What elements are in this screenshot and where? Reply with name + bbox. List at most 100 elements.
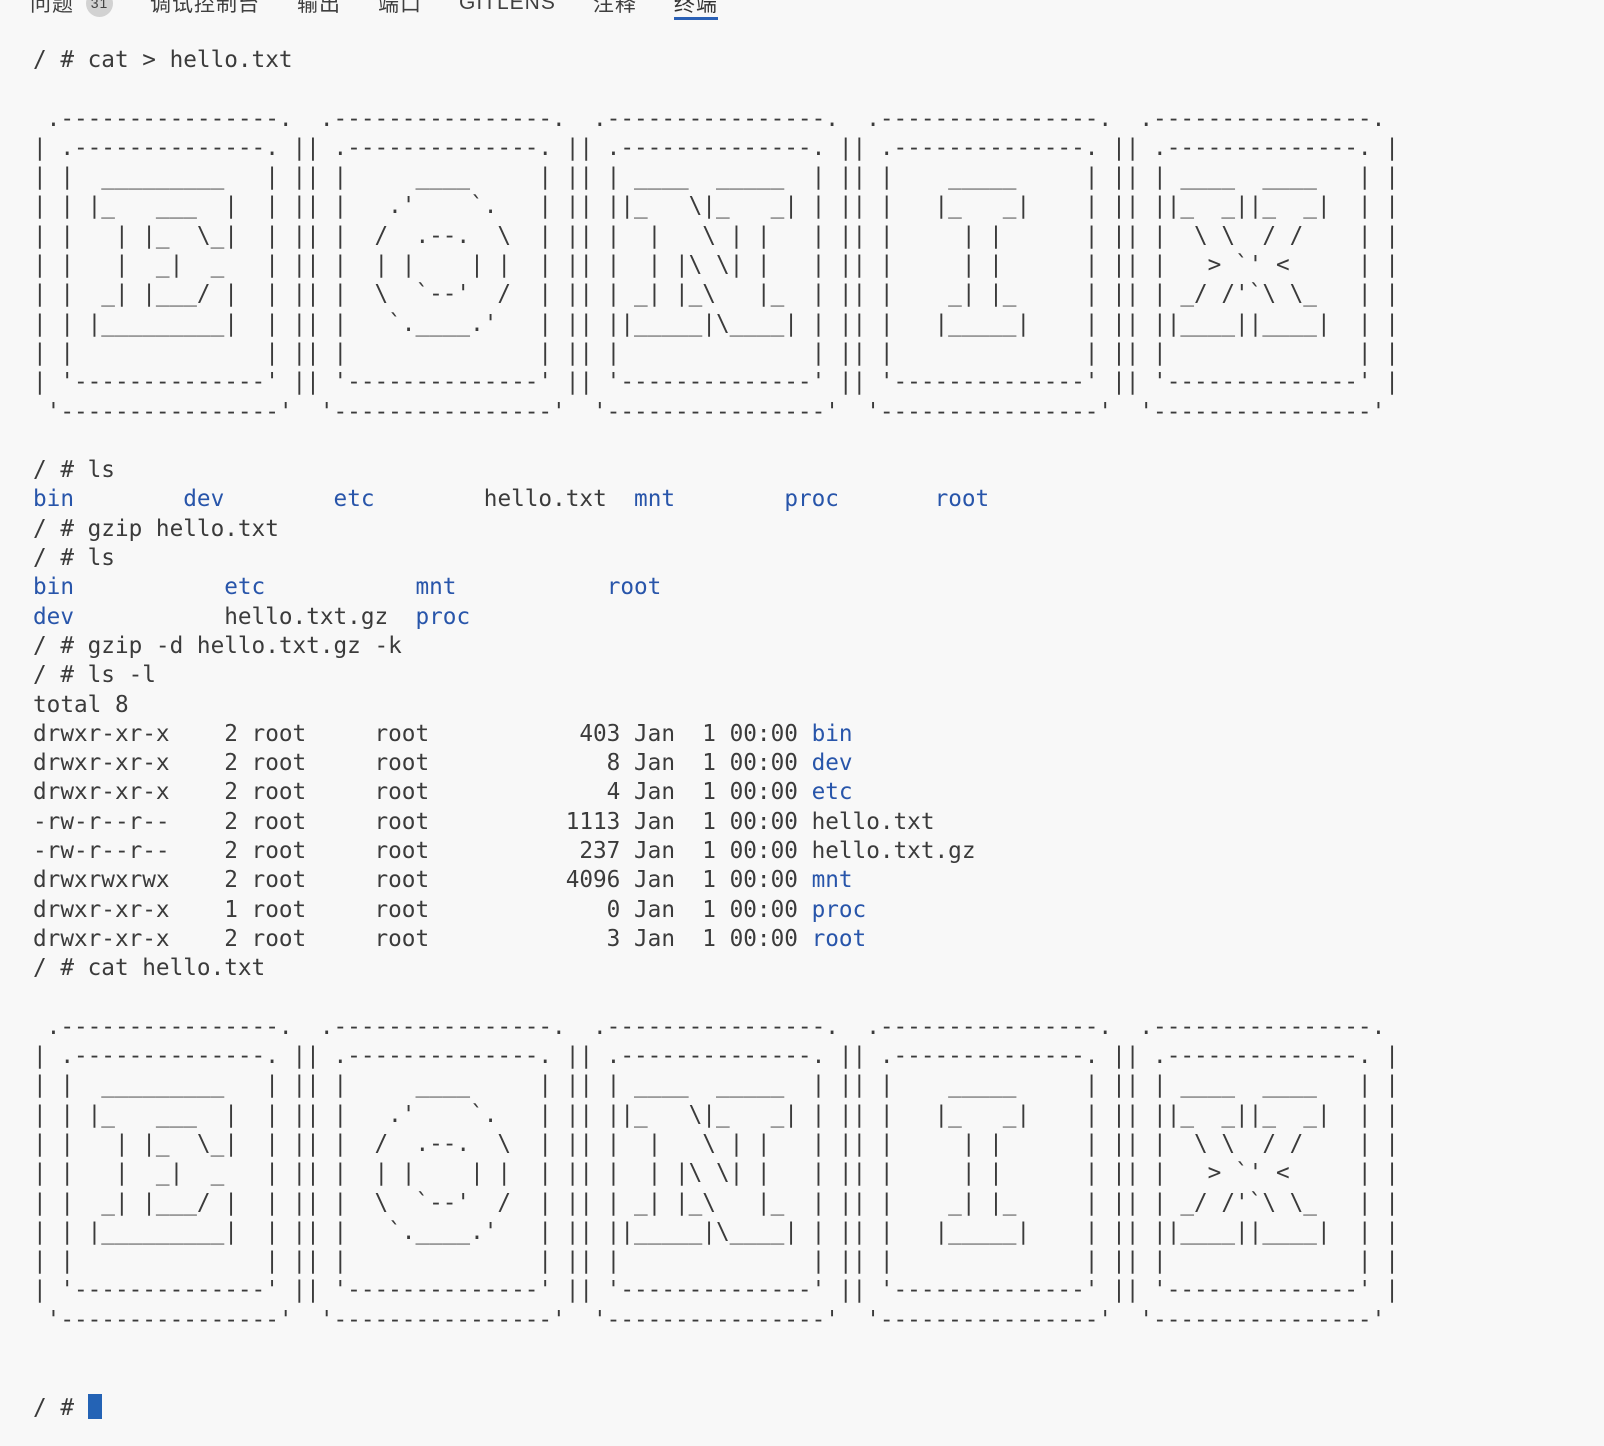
terminal-output[interactable]: / # cat > hello.txt .----------------. .…: [0, 20, 1604, 1423]
tab-label: 问题: [30, 0, 74, 18]
panel-tab-bar: 问题 31 调试控制台 输出 端口 GITLENS 注释 终端: [0, 0, 1604, 20]
directory-name: dev: [812, 750, 853, 776]
terminal-line: drwxrwxrwx 2 root root 4096 Jan 1 00:00 …: [33, 866, 1604, 895]
directory-name: bin: [33, 486, 74, 512]
terminal-text: [224, 486, 333, 512]
terminal-line: / # cat hello.txt: [33, 954, 1604, 983]
ascii-art-line: | | | || | | || | | || | | || | | |: [33, 1247, 1604, 1276]
terminal-line: [33, 75, 1604, 104]
tab-label: 注释: [593, 0, 637, 18]
terminal-text: drwxrwxrwx 2 root root 4096 Jan 1 00:00: [33, 867, 812, 893]
terminal-text: total 8: [33, 692, 129, 718]
directory-name: root: [935, 486, 990, 512]
terminal-text: / # gzip hello.txt: [33, 516, 279, 542]
terminal-cursor: [88, 1394, 102, 1419]
tab-label: 终端: [674, 0, 718, 18]
problems-count-badge: 31: [86, 0, 113, 17]
ascii-art-line: | '--------------' || '--------------' |…: [33, 1276, 1604, 1305]
directory-name: root: [607, 574, 662, 600]
terminal-line: drwxr-xr-x 2 root root 4 Jan 1 00:00 etc: [33, 778, 1604, 807]
ascii-art-line: | '--------------' || '--------------' |…: [33, 368, 1604, 397]
tab-problems[interactable]: 问题 31: [30, 0, 113, 20]
terminal-text: [74, 604, 224, 630]
directory-name: etc: [224, 574, 265, 600]
ascii-art-line: '----------------' '----------------' '-…: [33, 398, 1604, 427]
ascii-art-line: | | _________ | || | ____ | || | ____ __…: [33, 1071, 1604, 1100]
terminal-text: [74, 574, 224, 600]
terminal-text: / # cat > hello.txt: [33, 47, 293, 73]
ascii-art-line: | | |_________| | || | `.____.' | || ||_…: [33, 310, 1604, 339]
terminal-text: drwxr-xr-x 1 root root 0 Jan 1 00:00: [33, 897, 812, 923]
terminal-line: drwxr-xr-x 2 root root 8 Jan 1 00:00 dev: [33, 749, 1604, 778]
terminal-text: drwxr-xr-x 2 root root 4 Jan 1 00:00: [33, 779, 812, 805]
terminal-text: -rw-r--r-- 2 root root 1113 Jan 1 00:00 …: [33, 809, 935, 835]
ascii-art-line: | | _| |___/ | | || | \ `--' / | || | _|…: [33, 280, 1604, 309]
terminal-text: -rw-r--r-- 2 root root 237 Jan 1 00:00 h…: [33, 838, 975, 864]
directory-name: proc: [784, 486, 839, 512]
tab-label: 输出: [297, 0, 341, 18]
terminal-line: total 8: [33, 691, 1604, 720]
ascii-art-line: | | | _| _ | || | | | | | | || | | |\ \|…: [33, 1159, 1604, 1188]
terminal-text: drwxr-xr-x 2 root root 8 Jan 1 00:00: [33, 750, 812, 776]
ascii-art-line: | | | |_ \_| | || | / .--. \ | || | | \ …: [33, 222, 1604, 251]
terminal-line: [33, 427, 1604, 456]
tab-terminal[interactable]: 终端: [674, 0, 718, 20]
ascii-art-line: .----------------. .----------------. .-…: [33, 105, 1604, 134]
terminal-text: [839, 486, 935, 512]
terminal-text: [456, 574, 606, 600]
terminal-line: drwxr-xr-x 1 root root 0 Jan 1 00:00 pro…: [33, 896, 1604, 925]
directory-name: mnt: [634, 486, 675, 512]
terminal-line: drwxr-xr-x 2 root root 403 Jan 1 00:00 b…: [33, 720, 1604, 749]
directory-name: proc: [415, 604, 470, 630]
tab-gitlens[interactable]: GITLENS: [459, 0, 556, 20]
terminal-text: [375, 486, 484, 512]
terminal-text: / # ls: [33, 457, 115, 483]
terminal-line: / #: [33, 1394, 1604, 1423]
directory-name: mnt: [415, 574, 456, 600]
tab-ports[interactable]: 端口: [378, 0, 422, 20]
directory-name: etc: [812, 779, 853, 805]
ascii-art-line: | .--------------. || .--------------. |…: [33, 134, 1604, 163]
terminal-text: / # ls -l: [33, 662, 156, 688]
terminal-line: bin etc mnt root: [33, 573, 1604, 602]
terminal-text: / # ls: [33, 545, 115, 571]
ascii-art-line: | | |_________| | || | `.____.' | || ||_…: [33, 1218, 1604, 1247]
panel-tab-bar-inner: 问题 31 调试控制台 输出 端口 GITLENS 注释 终端: [0, 0, 718, 20]
ascii-art-line: | .--------------. || .--------------. |…: [33, 1042, 1604, 1071]
terminal-text: / # gzip -d hello.txt.gz -k: [33, 633, 402, 659]
directory-name: proc: [812, 897, 867, 923]
directory-name: dev: [183, 486, 224, 512]
tab-debug-console[interactable]: 调试控制台: [150, 0, 260, 20]
tab-label: 端口: [378, 0, 422, 18]
directory-name: etc: [334, 486, 375, 512]
ascii-art-line: | | | || | | || | | || | | || | | |: [33, 339, 1604, 368]
ascii-art-line: | | _| |___/ | | || | \ `--' / | || | _|…: [33, 1189, 1604, 1218]
tab-label: 调试控制台: [150, 0, 260, 18]
ascii-art-line: | | _________ | || | ____ | || | ____ __…: [33, 163, 1604, 192]
ascii-art-line: | | |_ ___ | | || | .' `. | || ||_ \|_ _…: [33, 1101, 1604, 1130]
terminal-text: hello.txt: [484, 486, 634, 512]
tab-comments[interactable]: 注释: [593, 0, 637, 20]
terminal-line: / # ls: [33, 544, 1604, 573]
terminal-text: drwxr-xr-x 2 root root 403 Jan 1 00:00: [33, 721, 812, 747]
terminal-line: bin dev etc hello.txt mnt proc root: [33, 485, 1604, 514]
ascii-art-line: | | | _| _ | || | | | | | | || | | |\ \|…: [33, 251, 1604, 280]
directory-name: root: [812, 926, 867, 952]
terminal-text: [265, 574, 415, 600]
directory-name: bin: [812, 721, 853, 747]
terminal-text: drwxr-xr-x 2 root root 3 Jan 1 00:00: [33, 926, 812, 952]
terminal-line: -rw-r--r-- 2 root root 1113 Jan 1 00:00 …: [33, 808, 1604, 837]
terminal-line: / # ls -l: [33, 661, 1604, 690]
ascii-art-line: '----------------' '----------------' '-…: [33, 1306, 1604, 1335]
terminal-line: [33, 1364, 1604, 1393]
terminal-line: -rw-r--r-- 2 root root 237 Jan 1 00:00 h…: [33, 837, 1604, 866]
terminal-text: hello.txt.gz: [224, 604, 415, 630]
tab-output[interactable]: 输出: [297, 0, 341, 20]
terminal-line: drwxr-xr-x 2 root root 3 Jan 1 00:00 roo…: [33, 925, 1604, 954]
terminal-text: / # cat hello.txt: [33, 955, 265, 981]
terminal-line: dev hello.txt.gz proc: [33, 603, 1604, 632]
terminal-line: / # ls: [33, 456, 1604, 485]
terminal-line: [33, 1335, 1604, 1364]
terminal-line: / # gzip -d hello.txt.gz -k: [33, 632, 1604, 661]
tab-label: GITLENS: [459, 0, 556, 15]
